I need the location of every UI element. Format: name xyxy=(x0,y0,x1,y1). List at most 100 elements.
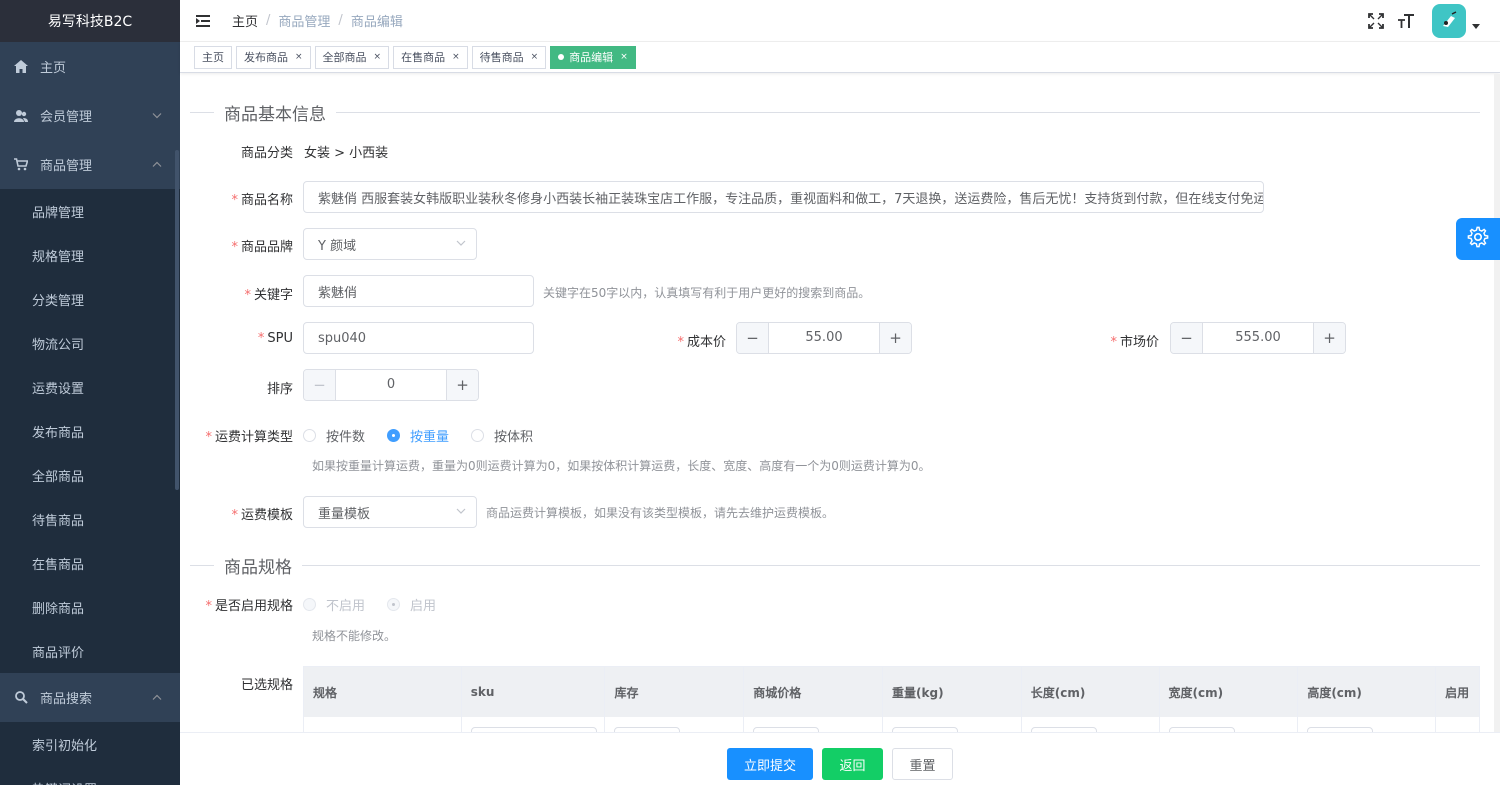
sidebar-item-members[interactable]: 会员管理 xyxy=(0,91,180,140)
table-cell xyxy=(744,717,884,732)
sidebar-item-deleted[interactable]: 删除商品 xyxy=(0,585,180,629)
market-value[interactable]: 555.00 xyxy=(1203,323,1313,353)
sidebar-item-label: 商品管理 xyxy=(40,159,93,174)
breadcrumb: 主页 / 商品管理 / 商品编辑 xyxy=(232,11,403,30)
tags-view: 主页 发布商品 × 全部商品 × 在售商品 × 待售商品 × 商品编辑 × xyxy=(180,42,1500,73)
back-button[interactable]: 返回 xyxy=(822,748,883,780)
column-header: 规格 xyxy=(304,667,462,717)
tab-label: 主页 xyxy=(202,51,224,64)
breadcrumb-current: 商品编辑 xyxy=(350,15,403,30)
minus-icon[interactable]: − xyxy=(737,323,769,353)
chevron-down-icon xyxy=(456,506,466,517)
tab-label: 发布商品 xyxy=(244,51,288,64)
table-cell xyxy=(462,717,606,732)
tab-all-goods[interactable]: 全部商品 × xyxy=(314,45,390,69)
sidebar-item-label: 主页 xyxy=(40,61,67,76)
product-name-input[interactable]: 紫魅俏 西服套装女韩版职业装秋冬修身小西装长袖正装珠宝店工作服，专注品质，重视面… xyxy=(303,181,1264,213)
keyword-input[interactable]: 紫魅俏 xyxy=(303,275,534,307)
close-icon[interactable]: × xyxy=(374,52,382,62)
table-cell xyxy=(1436,717,1479,732)
sidebar-item-pending[interactable]: 待售商品 xyxy=(0,497,180,541)
settings-button[interactable] xyxy=(1456,218,1500,260)
column-header: 长度(cm) xyxy=(1022,667,1160,717)
freight-by-weight-radio[interactable]: 按重量 xyxy=(387,426,449,445)
freight-type-hint: 如果按重量计算运费，重量为0则运费计算为0，如果按体积计算运费，长度、宽度、高度… xyxy=(312,459,931,473)
selected-spec-label: 已选规格 xyxy=(240,678,293,693)
spec-enabled-radio[interactable]: 启用 xyxy=(387,595,436,614)
sort-stepper[interactable]: − 0 + xyxy=(303,369,479,401)
section-divider-basic: 商品基本信息 xyxy=(190,100,1480,125)
tab-label: 商品编辑 xyxy=(569,51,614,64)
table-cell xyxy=(304,717,462,732)
plus-icon[interactable]: + xyxy=(1313,323,1345,353)
sidebar-item-on-sale[interactable]: 在售商品 xyxy=(0,541,180,585)
sidebar-item-home[interactable]: 主页 xyxy=(0,42,180,91)
navbar: 主页 / 商品管理 / 商品编辑 xyxy=(180,0,1500,42)
sidebar-item-category[interactable]: 分类管理 xyxy=(0,277,180,321)
sidebar-item-index-init[interactable]: 索引初始化 xyxy=(0,722,180,766)
radio-circle xyxy=(303,598,316,611)
plus-icon[interactable]: + xyxy=(879,323,911,353)
sidebar-scrollbar[interactable] xyxy=(175,150,179,490)
radio-label: 不启用 xyxy=(326,599,366,614)
submit-button[interactable]: 立即提交 xyxy=(727,748,813,780)
breadcrumb-home[interactable]: 主页 xyxy=(232,11,258,30)
close-icon[interactable]: × xyxy=(295,52,303,62)
freight-template-label: * 运费模板 xyxy=(231,508,293,523)
avatar[interactable] xyxy=(1432,4,1466,38)
table-cell xyxy=(1160,717,1299,732)
spec-disabled-radio[interactable]: 不启用 xyxy=(303,595,365,614)
app-title: 易写科技B2C xyxy=(0,0,180,42)
spu-label: * SPU xyxy=(257,331,293,346)
column-header: 重量(kg) xyxy=(883,667,1022,717)
close-icon[interactable]: × xyxy=(531,52,539,62)
column-header: 启用 xyxy=(1445,685,1470,700)
column-header: 宽度(cm) xyxy=(1160,667,1299,717)
tab-goods-edit[interactable]: 商品编辑 × xyxy=(550,45,636,69)
tab-home[interactable]: 主页 xyxy=(194,45,232,69)
hamburger-icon[interactable] xyxy=(196,14,212,27)
tab-publish[interactable]: 发布商品 × xyxy=(236,45,311,69)
freight-by-volume-radio[interactable]: 按体积 xyxy=(471,426,533,445)
sidebar-item-freight[interactable]: 运费设置 xyxy=(0,365,180,409)
tab-on-sale[interactable]: 在售商品 × xyxy=(393,45,468,69)
sidebar-item-brand[interactable]: 品牌管理 xyxy=(0,189,180,233)
brand-select[interactable]: Y 颜域 xyxy=(303,228,477,260)
freight-by-piece-radio[interactable]: 按件数 xyxy=(303,426,365,445)
cost-value[interactable]: 55.00 xyxy=(769,323,879,353)
caret-down-icon[interactable] xyxy=(1472,22,1480,32)
market-stepper[interactable]: − 555.00 + xyxy=(1170,322,1346,354)
font-size-icon[interactable] xyxy=(1396,11,1416,31)
page-scrollbar[interactable] xyxy=(1494,74,1500,732)
table-header: 规格 sku 库存 商城价格 重量(kg) 长度(cm) 宽度(cm) 高度(c… xyxy=(304,667,1479,717)
column-header: 高度(cm) xyxy=(1298,667,1437,717)
sidebar-item-publish[interactable]: 发布商品 xyxy=(0,409,180,453)
name-label: * 商品名称 xyxy=(231,193,293,208)
reset-button[interactable]: 重置 xyxy=(892,748,953,780)
keyword-hint: 关键字在50字以内，认真填写有利于用户更好的搜索到商品。 xyxy=(543,286,871,300)
plus-icon[interactable]: + xyxy=(446,370,478,400)
close-icon[interactable]: × xyxy=(620,52,628,62)
sidebar-item-spec[interactable]: 规格管理 xyxy=(0,233,180,277)
category-label: 商品分类 xyxy=(240,146,293,161)
radio-label: 按件数 xyxy=(326,430,366,445)
freight-template-select[interactable]: 重量模板 xyxy=(303,496,477,528)
sidebar-item-label: 会员管理 xyxy=(40,110,93,125)
sort-value[interactable]: 0 xyxy=(336,370,446,400)
spu-input[interactable]: spu040 xyxy=(303,322,534,354)
minus-icon[interactable]: − xyxy=(1171,323,1203,353)
sidebar-item-search[interactable]: 商品搜索 xyxy=(0,673,180,722)
sidebar-item-all-goods[interactable]: 全部商品 xyxy=(0,453,180,497)
cost-stepper[interactable]: − 55.00 + xyxy=(736,322,912,354)
close-icon[interactable]: × xyxy=(452,52,460,62)
sidebar-item-logistics[interactable]: 物流公司 xyxy=(0,321,180,365)
minus-icon[interactable]: − xyxy=(304,370,336,400)
column-header: 商城价格 xyxy=(744,667,884,717)
fullscreen-icon[interactable] xyxy=(1366,11,1386,31)
search-submenu: 索引初始化 热键词设置 xyxy=(0,722,180,785)
sidebar-item-goods[interactable]: 商品管理 xyxy=(0,140,180,189)
sidebar-item-reviews[interactable]: 商品评价 xyxy=(0,629,180,673)
tab-pending[interactable]: 待售商品 × xyxy=(471,45,547,69)
table-cell xyxy=(605,717,745,732)
sidebar-item-hotwords[interactable]: 热键词设置 xyxy=(0,766,180,785)
